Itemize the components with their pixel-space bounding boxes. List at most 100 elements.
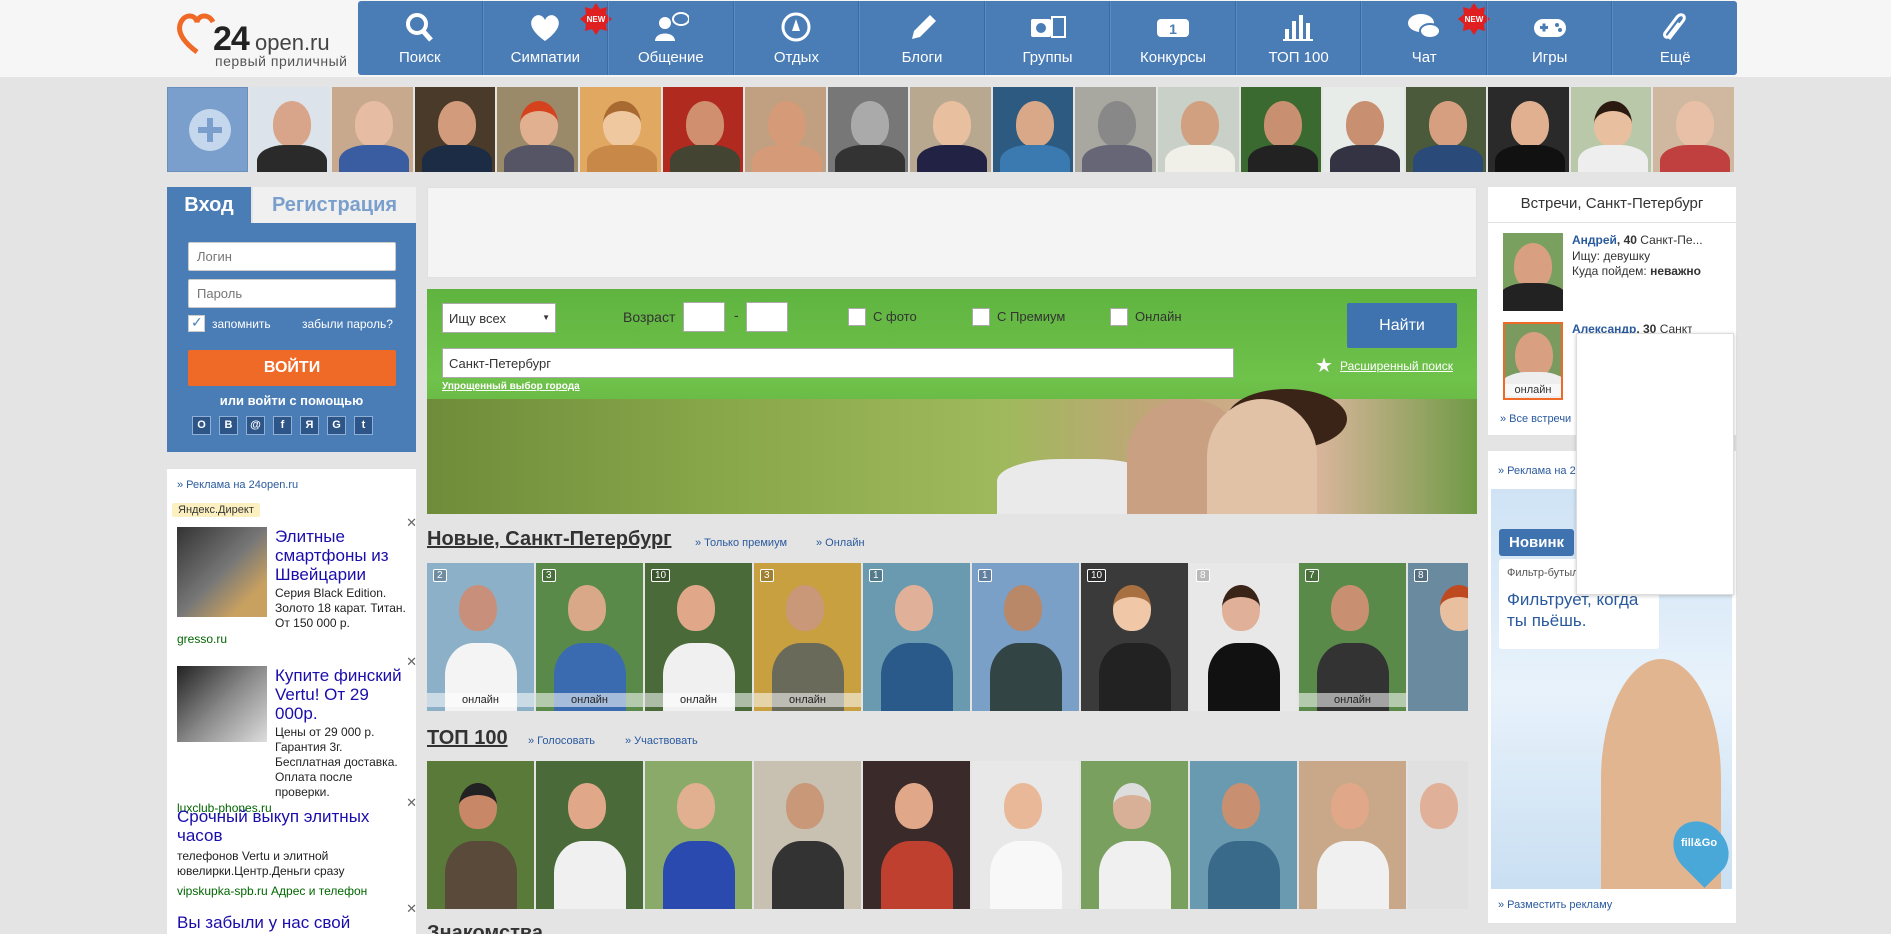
ad-item[interactable]: ✕ Вы забыли у нас свой <box>177 901 416 932</box>
user-card[interactable]: 3 онлайн <box>536 563 643 711</box>
yandex-icon[interactable]: Я <box>300 416 319 435</box>
ad-item[interactable]: ✕ Элитные смартфоны из Швейцарии Серия B… <box>177 515 416 647</box>
nav-likes[interactable]: NEW Симпатии <box>482 1 612 75</box>
ad-image[interactable] <box>177 527 267 617</box>
user-thumb[interactable] <box>414 87 496 172</box>
login-button[interactable]: ВОЙТИ <box>188 350 396 386</box>
user-card[interactable] <box>1081 761 1188 909</box>
premium-checkbox[interactable] <box>972 308 990 326</box>
site-logo[interactable]: 24 open.ru первый приличный <box>175 8 350 70</box>
ad-title[interactable]: Срочный выкуп элитных часов <box>177 807 409 845</box>
user-card[interactable]: 7 онлайн <box>1299 563 1406 711</box>
meeting-avatar[interactable] <box>1503 233 1563 311</box>
user-card[interactable] <box>1299 761 1406 909</box>
nav-top100[interactable]: ТОП 100 <box>1235 1 1362 75</box>
ad-title[interactable]: Вы забыли у нас свой <box>177 913 409 932</box>
top-banner[interactable] <box>427 187 1477 278</box>
remember-checkbox[interactable] <box>188 314 205 332</box>
tab-register[interactable]: Регистрация <box>253 187 416 223</box>
user-thumb[interactable] <box>579 87 661 172</box>
user-thumb[interactable] <box>745 87 826 172</box>
meeting-avatar[interactable]: онлайн <box>1503 322 1563 400</box>
password-input[interactable] <box>188 279 396 308</box>
ads-header-link[interactable]: » Реклама на 24open.ru <box>177 479 298 491</box>
user-card[interactable]: 1 <box>863 563 970 711</box>
user-thumb[interactable] <box>1240 87 1322 172</box>
user-thumb[interactable] <box>1323 87 1404 172</box>
user-thumb[interactable] <box>497 87 578 172</box>
advanced-search-link[interactable]: Расширенный поиск <box>1340 359 1453 373</box>
user-thumb[interactable] <box>910 87 991 172</box>
ad-item[interactable]: ✕ Купите финский Vertu! От 29 000р. Цены… <box>177 654 416 816</box>
tab-login[interactable]: Вход <box>167 187 251 223</box>
mailru-icon[interactable]: @ <box>246 416 265 435</box>
user-thumb[interactable] <box>827 87 909 172</box>
nav-more[interactable]: Ещё <box>1612 1 1737 75</box>
user-card[interactable] <box>972 761 1079 909</box>
with-photo-label[interactable]: С фото <box>873 309 917 324</box>
user-card[interactable]: 1 <box>972 563 1079 711</box>
yandex-direct-label[interactable]: Яндекс.Директ <box>172 503 260 517</box>
login-input[interactable] <box>188 242 396 271</box>
close-icon[interactable]: ✕ <box>406 795 416 811</box>
google-icon[interactable]: G <box>327 416 346 435</box>
city-input[interactable]: Санкт-Петербург <box>442 348 1234 378</box>
age-from-input[interactable] <box>683 302 725 332</box>
user-card[interactable]: 8 <box>1408 563 1468 711</box>
user-card[interactable] <box>427 761 534 909</box>
user-thumb[interactable] <box>1158 87 1239 172</box>
online-link[interactable]: » Онлайн <box>816 537 865 549</box>
user-thumb[interactable] <box>1653 87 1735 172</box>
user-card[interactable] <box>536 761 643 909</box>
user-thumb[interactable] <box>1075 87 1157 172</box>
with-photo-checkbox[interactable] <box>848 308 866 326</box>
close-icon[interactable]: ✕ <box>406 515 416 531</box>
user-card[interactable] <box>863 761 970 909</box>
user-card[interactable]: 10 <box>1081 563 1188 711</box>
facebook-icon[interactable]: f <box>273 416 292 435</box>
gender-select[interactable]: Ищу всех <box>442 303 556 333</box>
ad-url[interactable]: gresso.ru <box>177 631 409 647</box>
top100-title[interactable]: ТОП 100 <box>427 727 508 750</box>
vkontakte-icon[interactable]: В <box>219 416 238 435</box>
ad-image[interactable] <box>177 666 267 742</box>
user-card[interactable] <box>645 761 752 909</box>
nav-chat[interactable]: NEW Чат <box>1361 1 1491 75</box>
meetings-title[interactable]: Встречи, Санкт-Петербург <box>1488 195 1736 212</box>
age-to-input[interactable] <box>746 302 788 332</box>
ad-item[interactable]: ✕ Срочный выкуп элитных часов телефонов … <box>177 795 416 899</box>
participate-link[interactable]: » Участвовать <box>625 735 698 747</box>
online-checkbox[interactable] <box>1110 308 1128 326</box>
user-card[interactable]: 2 онлайн <box>427 563 534 711</box>
user-card[interactable] <box>754 761 861 909</box>
simple-city-link[interactable]: Упрощенный выбор города <box>442 381 580 392</box>
close-icon[interactable]: ✕ <box>406 654 416 670</box>
user-thumb[interactable] <box>992 87 1074 172</box>
meeting-name[interactable]: Андрей, 40 Санкт-Пе... <box>1572 233 1722 247</box>
nav-search[interactable]: Поиск <box>358 1 483 75</box>
close-icon[interactable]: ✕ <box>406 901 416 917</box>
user-card[interactable]: 8 <box>1190 563 1297 711</box>
odnoklassniki-icon[interactable]: О <box>192 416 211 435</box>
user-thumb[interactable] <box>1405 87 1487 172</box>
new-users-title[interactable]: Новые, Санкт-Петербург <box>427 528 672 551</box>
nav-groups[interactable]: Группы <box>984 1 1111 75</box>
add-photo-button[interactable] <box>167 87 248 172</box>
user-thumb[interactable] <box>1570 87 1652 172</box>
forgot-password-link[interactable]: забыли пароль? <box>302 317 393 331</box>
nav-contests[interactable]: 1 Конкурсы <box>1110 1 1236 75</box>
ad-url[interactable]: vipskupka-spb.ru Адрес и телефон <box>177 883 409 899</box>
user-card[interactable]: 10 онлайн <box>645 563 752 711</box>
user-thumb[interactable] <box>1488 87 1569 172</box>
user-card[interactable] <box>1190 761 1297 909</box>
user-card[interactable] <box>1408 761 1468 909</box>
online-label[interactable]: Онлайн <box>1135 309 1182 324</box>
user-thumb[interactable] <box>332 87 413 172</box>
find-button[interactable]: Найти <box>1347 303 1457 348</box>
user-thumb[interactable] <box>249 87 331 172</box>
nav-games[interactable]: Игры <box>1486 1 1613 75</box>
remember-label[interactable]: запомнить <box>212 317 271 331</box>
ads-header-link[interactable]: » Реклама на 2 <box>1498 465 1576 477</box>
user-thumb[interactable] <box>662 87 744 172</box>
premium-label[interactable]: С Премиум <box>997 309 1065 324</box>
